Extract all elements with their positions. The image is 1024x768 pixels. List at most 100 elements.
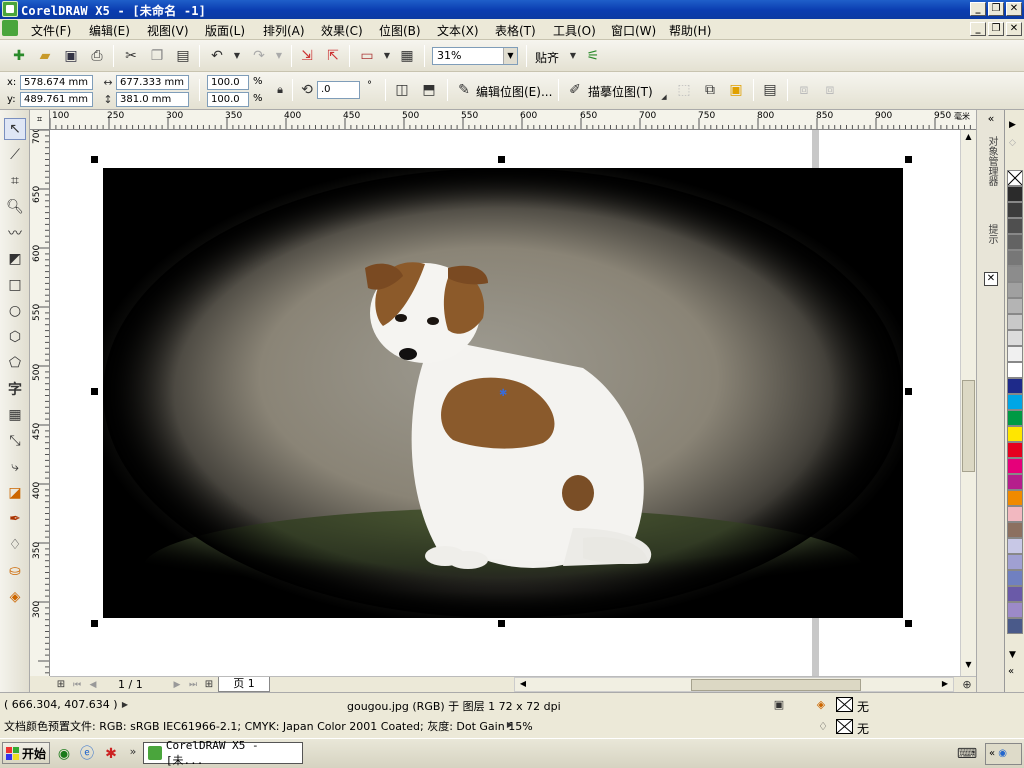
document-color-profile[interactable]: 文档颜色预置文件: RGB: sRGB IEC61966-2.1; CMYK: … xyxy=(4,718,533,734)
color-swatch[interactable] xyxy=(1007,218,1023,234)
y-position-input[interactable]: 489.761 mm xyxy=(20,92,93,107)
tray-expand-button[interactable]: « ◉ xyxy=(985,743,1022,765)
vertical-scrollbar[interactable]: ▲ ▼ xyxy=(960,130,976,676)
freehand-tool-icon[interactable]: 〰 xyxy=(4,222,26,244)
color-proof-icon[interactable]: ▣ xyxy=(770,696,788,714)
edit-bitmap-button[interactable]: 编辑位图(E)... xyxy=(476,83,552,100)
export-icon[interactable]: ⇱ xyxy=(324,47,342,65)
shape-tool-icon[interactable]: ⟋ xyxy=(4,144,26,166)
interactive-blend-tool-icon[interactable]: ◪ xyxy=(4,482,26,504)
trace-bitmap-button[interactable]: 描摹位图(T) xyxy=(588,83,653,100)
width-input[interactable]: 677.333 mm xyxy=(116,75,189,90)
selection-handle-se[interactable] xyxy=(905,620,912,627)
menu-view[interactable]: 视图(V) xyxy=(147,22,189,39)
docker-collapse-icon[interactable]: « xyxy=(979,112,1003,126)
x-position-input[interactable]: 578.674 mm xyxy=(20,75,93,90)
eyedropper-tool-icon[interactable]: ✒ xyxy=(4,508,26,530)
color-swatch[interactable] xyxy=(1007,250,1023,266)
doc-minimize-button[interactable]: _ xyxy=(970,22,986,36)
color-swatch[interactable] xyxy=(1007,442,1023,458)
color-swatch[interactable] xyxy=(1007,554,1023,570)
quicklaunch-app-icon[interactable]: ✱ xyxy=(102,745,120,763)
launcher-dropdown-icon[interactable]: ▼ xyxy=(378,47,396,65)
selection-handle-sw[interactable] xyxy=(91,620,98,627)
restore-button[interactable]: ❐ xyxy=(988,2,1004,16)
docker-close-icon[interactable]: ✕ xyxy=(984,272,998,286)
object-manager-tab[interactable]: 对象管理器 xyxy=(983,136,999,216)
zoom-levels-combo[interactable]: 31% ▼ xyxy=(432,47,518,65)
crop-tool-icon[interactable]: ⌗ xyxy=(4,170,26,192)
menu-effects[interactable]: 效果(C) xyxy=(321,22,363,39)
edit-bitmap-icon[interactable]: ✎ xyxy=(455,81,473,99)
selection-handle-e[interactable] xyxy=(905,388,912,395)
color-swatch[interactable] xyxy=(1007,426,1023,442)
close-button[interactable]: ✕ xyxy=(1006,2,1022,16)
menu-bitmaps[interactable]: 位图(B) xyxy=(379,22,421,39)
color-swatch[interactable] xyxy=(1007,330,1023,346)
scroll-down-arrow-icon[interactable]: ▼ xyxy=(962,660,975,672)
mirror-horizontal-icon[interactable]: ◫ xyxy=(393,81,411,99)
menu-text[interactable]: 文本(X) xyxy=(437,22,479,39)
height-input[interactable]: 381.0 mm xyxy=(116,92,189,107)
taskbar-coreldraw-item[interactable]: CorelDRAW X5 - [未... xyxy=(143,739,303,767)
selection-handle-ne[interactable] xyxy=(905,156,912,163)
horizontal-scrollbar[interactable]: ◀ ▶ xyxy=(514,677,954,692)
connector-tool-icon[interactable]: ⤷ xyxy=(4,456,26,478)
no-outline-swatch[interactable] xyxy=(836,719,853,734)
import-icon[interactable]: ⇲ xyxy=(298,47,316,65)
horizontal-scroll-thumb[interactable] xyxy=(691,679,861,691)
mirror-vertical-icon[interactable]: ⬒ xyxy=(420,81,438,99)
wrap-text-icon[interactable]: ▤ xyxy=(761,81,779,99)
polygon-tool-icon[interactable]: ⬡ xyxy=(4,326,26,348)
options-icon[interactable]: ⚟ xyxy=(584,47,602,65)
color-swatch[interactable] xyxy=(1007,234,1023,250)
no-fill-swatch[interactable] xyxy=(836,697,853,712)
color-swatch[interactable] xyxy=(1007,186,1023,202)
menu-arrange[interactable]: 排列(A) xyxy=(263,22,305,39)
ellipse-tool-icon[interactable]: ○ xyxy=(4,300,26,322)
document-icon[interactable] xyxy=(2,20,18,36)
color-swatch[interactable] xyxy=(1007,490,1023,506)
color-swatch[interactable] xyxy=(1007,474,1023,490)
bitmap-image[interactable]: ✱ xyxy=(103,168,903,618)
text-tool-icon[interactable]: 字 xyxy=(4,378,26,400)
menu-window[interactable]: 窗口(W) xyxy=(611,22,656,39)
color-swatch[interactable] xyxy=(1007,586,1023,602)
scroll-left-arrow-icon[interactable]: ◀ xyxy=(517,679,529,691)
selection-handle-nw[interactable] xyxy=(91,156,98,163)
minimize-button[interactable]: _ xyxy=(970,2,986,16)
scroll-right-arrow-icon[interactable]: ▶ xyxy=(939,679,951,691)
zoom-tool-icon[interactable]: 🔍︎ xyxy=(4,196,26,218)
doc-close-button[interactable]: ✕ xyxy=(1006,22,1022,36)
selection-handle-w[interactable] xyxy=(91,388,98,395)
undo-icon[interactable]: ↶ xyxy=(208,47,226,65)
color-swatch[interactable] xyxy=(1007,602,1023,618)
scale-height-input[interactable]: 100.0 xyxy=(207,92,249,107)
profile-expand-icon[interactable]: ▶ xyxy=(501,716,519,734)
rotation-angle-input[interactable]: .0 xyxy=(317,81,360,99)
color-swatch[interactable] xyxy=(1007,314,1023,330)
interactive-fill-tool-icon[interactable]: ◈ xyxy=(4,586,26,608)
paste-icon[interactable]: ▤ xyxy=(174,47,192,65)
menu-file[interactable]: 文件(F) xyxy=(31,22,71,39)
bitmap-color-mask-icon[interactable]: ▣ xyxy=(727,81,745,99)
coreldraw-app-icon[interactable] xyxy=(2,1,18,17)
color-swatch[interactable] xyxy=(1007,570,1023,586)
color-swatch[interactable] xyxy=(1007,618,1023,634)
scroll-up-arrow-icon[interactable]: ▲ xyxy=(962,132,975,144)
cut-icon[interactable]: ✂ xyxy=(122,47,140,65)
redo-dropdown-icon[interactable]: ▼ xyxy=(270,47,288,65)
welcome-screen-icon[interactable]: ▦ xyxy=(398,47,416,65)
color-swatch[interactable] xyxy=(1007,282,1023,298)
menu-table[interactable]: 表格(T) xyxy=(495,22,536,39)
page-tab[interactable]: 页 1 xyxy=(218,677,270,692)
fill-tool-icon[interactable]: ⛀ xyxy=(4,560,26,582)
resample-icon[interactable]: ⧉ xyxy=(701,81,719,99)
copy-icon[interactable]: ❐ xyxy=(148,47,166,65)
color-swatch[interactable] xyxy=(1007,410,1023,426)
color-swatch[interactable] xyxy=(1007,538,1023,554)
drawing-window[interactable]: ✱ xyxy=(50,130,960,676)
color-swatch[interactable] xyxy=(1007,378,1023,394)
table-tool-icon[interactable]: ▦ xyxy=(4,404,26,426)
application-launcher-icon[interactable]: ▭ xyxy=(358,47,376,65)
